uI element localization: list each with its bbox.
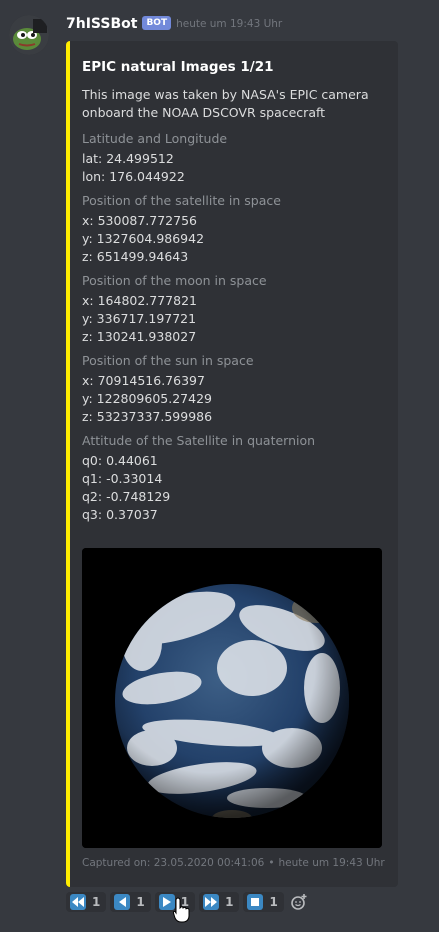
field-name: Attitude of the Satellite in quaternion — [82, 433, 316, 448]
add-reaction-button[interactable] — [290, 893, 308, 911]
field-value: y: 122809605.27429 — [82, 391, 212, 406]
stop-icon — [247, 894, 264, 910]
embed-field-moon-position: Position of the moon in space x: 164802.… — [82, 272, 388, 346]
fast-forward-icon — [203, 894, 220, 910]
footer-captured-text: Captured on: 23.05.2020 00:41:06 — [82, 857, 265, 869]
pepe-avatar-icon — [9, 15, 49, 55]
reactions-bar: 1 1 1 1 1 — [66, 892, 308, 912]
reaction-previous[interactable]: 1 — [110, 892, 151, 912]
field-value: q3: 0.37037 — [82, 507, 158, 522]
reaction-count: 1 — [136, 895, 145, 909]
field-value: y: 1327604.986942 — [82, 231, 205, 246]
previous-icon — [114, 894, 131, 910]
footer-timestamp: heute um 19:43 Uhr — [278, 857, 385, 869]
reaction-count: 1 — [269, 895, 278, 909]
embed-footer: Captured on: 23.05.2020 00:41:06 • heute… — [82, 857, 385, 869]
field-value: lat: 24.499512 — [82, 151, 174, 166]
reaction-fast-forward[interactable]: 1 — [199, 892, 240, 912]
reaction-rewind[interactable]: 1 — [66, 892, 107, 912]
embed-field-lat-lon: Latitude and Longitude lat: 24.499512 lo… — [82, 130, 388, 186]
reaction-count: 1 — [225, 895, 234, 909]
message-timestamp: heute um 19:43 Uhr — [176, 18, 283, 30]
earth-globe-image — [82, 548, 382, 848]
field-value: q0: 0.44061 — [82, 453, 158, 468]
field-value: q1: -0.33014 — [82, 471, 163, 486]
reaction-count: 1 — [180, 895, 190, 909]
reaction-count: 1 — [92, 895, 101, 909]
chat-message: 7hISSBot BOT heute um 19:43 Uhr EPIC nat… — [0, 0, 439, 932]
embed-image-earth[interactable] — [82, 548, 382, 848]
bot-tag: BOT — [142, 16, 172, 30]
rewind-icon — [70, 894, 86, 910]
field-value: x: 530087.772756 — [82, 213, 197, 228]
field-value: z: 130241.938027 — [82, 329, 197, 344]
field-value: q2: -0.748129 — [82, 489, 171, 504]
field-value: z: 53237337.599986 — [82, 409, 213, 424]
footer-separator: • — [268, 857, 275, 869]
embed-field-satellite-position: Position of the satellite in space x: 53… — [82, 192, 388, 266]
bot-avatar[interactable] — [9, 15, 49, 55]
embed: EPIC natural Images 1/21 This image was … — [66, 41, 398, 887]
field-name: Position of the moon in space — [82, 273, 267, 288]
field-value: z: 651499.94643 — [82, 249, 189, 264]
field-name: Position of the satellite in space — [82, 193, 281, 208]
embed-title: EPIC natural Images 1/21 — [82, 59, 274, 75]
field-name: Latitude and Longitude — [82, 131, 228, 146]
embed-content: EPIC natural Images 1/21 This image was … — [82, 58, 388, 530]
field-value: lon: 176.044922 — [82, 169, 185, 184]
embed-field-attitude: Attitude of the Satellite in quaternion … — [82, 432, 388, 524]
username[interactable]: 7hISSBot — [66, 16, 137, 32]
embed-field-sun-position: Position of the sun in space x: 70914516… — [82, 352, 388, 426]
reaction-play[interactable]: 1 — [154, 892, 196, 912]
reaction-stop[interactable]: 1 — [243, 892, 284, 912]
field-value: x: 70914516.76397 — [82, 373, 205, 388]
add-reaction-icon — [290, 894, 307, 910]
field-value: x: 164802.777821 — [82, 293, 197, 308]
message-header: 7hISSBot BOT heute um 19:43 Uhr — [66, 16, 282, 32]
field-value: y: 336717.197721 — [82, 311, 197, 326]
embed-description: This image was taken by NASA's EPIC came… — [82, 87, 369, 120]
play-icon — [158, 894, 175, 910]
field-name: Position of the sun in space — [82, 353, 254, 368]
